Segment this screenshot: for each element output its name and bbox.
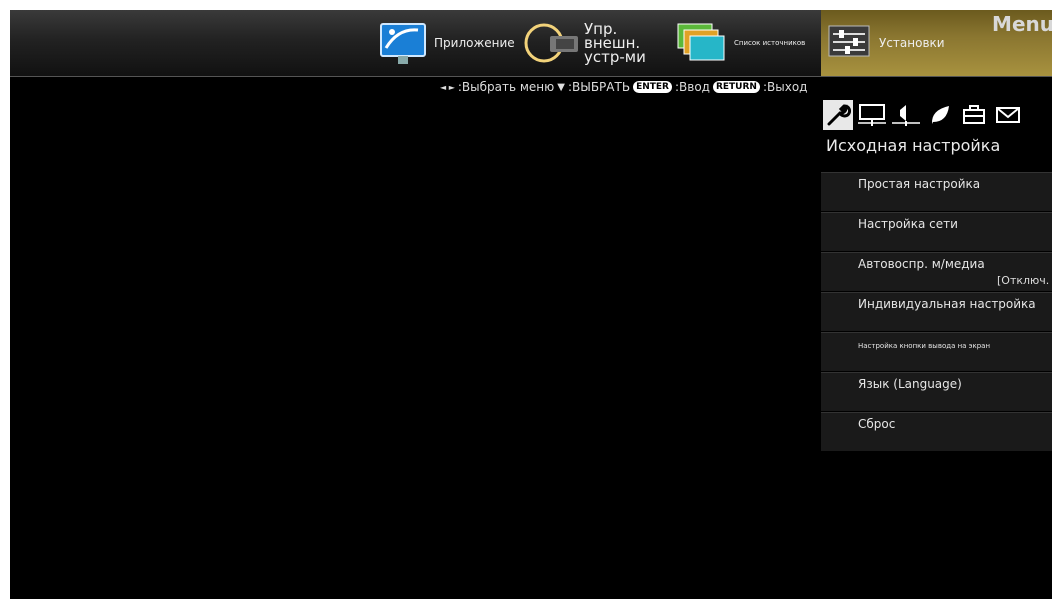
setting-label: Настройка сети [858, 217, 958, 231]
settings-sliders-icon [828, 25, 870, 57]
menu-label-app: Приложение [434, 36, 515, 50]
setting-language[interactable]: Язык (Language) [821, 372, 1052, 412]
mail-icon[interactable] [993, 100, 1023, 130]
tv-screen: Приложение Упр. внешн. устр-ми Список ис… [10, 10, 1052, 599]
down-arrow-icon: ▼ [557, 81, 565, 93]
category-icon-bar [823, 100, 1023, 130]
setting-media-autoplay[interactable]: Автовоспр. м/медиа [Отключ. [821, 252, 1052, 292]
setting-label: Язык (Language) [858, 377, 962, 391]
setting-label: Настройка кнопки вывода на экран [858, 342, 991, 350]
setting-display-button[interactable]: Настройка кнопки вывода на экран [821, 332, 1052, 372]
setting-value: [Отключ. [997, 274, 1050, 287]
menu-item-settings[interactable]: Установки Menu [821, 10, 1052, 76]
hint-select: :ВЫБРАТЬ [567, 80, 631, 94]
navigation-hint-bar: ◄ ► :Выбрать меню ▼ :ВЫБРАТЬ ENTER :Ввод… [440, 80, 807, 94]
category-title: Исходная настройка [826, 136, 1001, 155]
return-key-badge: RETURN [712, 81, 760, 93]
settings-list: Простая настройка Настройка сети Автовос… [821, 172, 1052, 452]
setting-individual[interactable]: Индивидуальная настройка [821, 292, 1052, 332]
menu-item-app[interactable]: Приложение [378, 10, 515, 76]
setting-label: Индивидуальная настройка [858, 297, 1036, 311]
menu-label-source-list: Список источников [734, 39, 806, 47]
speaker-icon[interactable] [891, 100, 921, 130]
hint-enter: :Ввод [674, 80, 710, 94]
source-list-icon [677, 23, 725, 61]
setting-label: Сброс [858, 417, 896, 431]
setting-reset[interactable]: Сброс [821, 412, 1052, 452]
app-icon [380, 23, 426, 64]
setting-label: Автовоспр. м/медиа [858, 257, 985, 271]
enter-key-badge: ENTER [633, 81, 672, 93]
menu-title: Menu [992, 12, 1052, 36]
menu-item-external-devices[interactable]: Упр. внешн. устр-ми [520, 10, 646, 76]
monitor-icon[interactable] [857, 100, 887, 130]
top-menu-bar: Приложение Упр. внешн. устр-ми Список ис… [10, 10, 1052, 77]
setting-label: Простая настройка [858, 177, 981, 191]
toolbox-icon[interactable] [959, 100, 989, 130]
menu-item-source-list[interactable]: Список источников [676, 10, 805, 76]
menu-label-external-devices: Упр. внешн. устр-ми [584, 20, 646, 66]
leaf-icon[interactable] [925, 100, 955, 130]
external-device-icon [524, 23, 578, 63]
menu-label-settings: Установки [879, 36, 945, 50]
hint-select-menu: :Выбрать меню [457, 80, 555, 94]
wrench-icon[interactable] [823, 100, 853, 130]
setting-network[interactable]: Настройка сети [821, 212, 1052, 252]
hint-return: :Выход [762, 80, 808, 94]
setting-easy-setup[interactable]: Простая настройка [821, 172, 1052, 212]
left-right-arrows-icon: ◄ ► [440, 82, 455, 92]
